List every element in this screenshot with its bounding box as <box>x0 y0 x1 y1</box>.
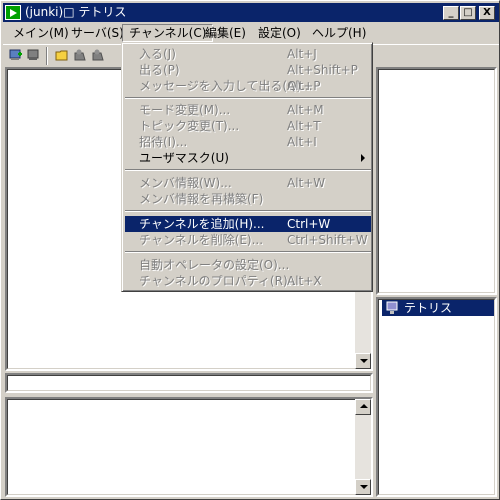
window-title: (junki)□ テトリス <box>25 5 127 19</box>
minimize-button[interactable]: _ <box>443 6 459 20</box>
menu-item-member-info[interactable]: メンバ情報(W)... Alt+W <box>125 175 371 191</box>
menu-item-auto-op-settings[interactable]: 自動オペレータの設定(O)... <box>125 257 371 273</box>
menu-item-user-mask[interactable]: ユーザマスク(U) <box>125 150 371 166</box>
menu-item-part-with-message[interactable]: メッセージを入力して出る(Q)... Alt+P <box>125 78 371 94</box>
scroll-down-button[interactable] <box>355 353 371 369</box>
menu-edit[interactable]: 編集(E) <box>199 24 252 42</box>
channel-part-icon[interactable] <box>91 48 105 62</box>
channel-list-item[interactable]: テトリス <box>382 300 494 316</box>
channel-dropdown-menu: 入る(J) Alt+J 出る(P) Alt+Shift+P メッセージを入力して出る… <box>121 42 373 292</box>
menu-item-delete-channel[interactable]: チャンネルを削除(E)... Ctrl+Shift+W <box>125 232 371 248</box>
channel-list-label: テトリス <box>404 301 453 315</box>
menu-item-topic-change[interactable]: トピック変更(T)... Alt+T <box>125 118 371 134</box>
menu-settings[interactable]: 設定(O) <box>252 24 307 42</box>
menu-separator <box>125 251 371 253</box>
menu-item-invite[interactable]: 招待(I)... Alt+I <box>125 134 371 150</box>
member-list-panel[interactable] <box>376 67 497 295</box>
system-log-panel[interactable] <box>5 397 373 497</box>
app-icon[interactable] <box>5 5 21 20</box>
menu-separator <box>125 97 371 99</box>
channel-icon <box>386 301 400 315</box>
system-log-scrollbar[interactable] <box>355 399 371 495</box>
main-window: (junki)□ テトリス _ □ X メイン(M) サーバ(S) チャンネル(… <box>0 0 500 500</box>
menu-item-add-channel[interactable]: チャンネルを追加(H)... Ctrl+W <box>125 216 371 232</box>
menu-item-rebuild-member-info[interactable]: メンバ情報を再構築(F) <box>125 191 371 207</box>
menu-item-channel-properties[interactable]: チャンネルのプロパティ(R)... Alt+X <box>125 273 371 289</box>
menu-item-mode-change[interactable]: モード変更(M)... Alt+M <box>125 102 371 118</box>
connect-icon[interactable] <box>9 48 23 62</box>
menu-separator <box>125 210 371 212</box>
disconnect-icon[interactable] <box>27 48 41 62</box>
menu-server[interactable]: サーバ(S) <box>65 24 130 42</box>
folder-icon[interactable] <box>55 48 69 62</box>
title-bar[interactable]: (junki)□ テトリス _ □ X <box>3 3 499 22</box>
channel-list-panel[interactable]: テトリス <box>376 297 497 497</box>
scroll-up-button[interactable] <box>355 399 371 415</box>
channel-join-icon[interactable] <box>73 48 87 62</box>
message-input[interactable] <box>5 373 373 393</box>
close-button[interactable]: X <box>479 6 495 20</box>
menu-separator <box>125 169 371 171</box>
maximize-button[interactable]: □ <box>460 6 476 20</box>
menu-item-part[interactable]: 出る(P) Alt+Shift+P <box>125 62 371 78</box>
scroll-down-button[interactable] <box>355 479 371 495</box>
toolbar-separator <box>46 47 48 65</box>
menu-bar: メイン(M) サーバ(S) チャンネル(C) 編集(E) 設定(O) ヘルプ(H… <box>3 23 499 43</box>
menu-help[interactable]: ヘルプ(H) <box>306 24 372 42</box>
menu-item-join[interactable]: 入る(J) Alt+J <box>125 46 371 62</box>
submenu-arrow-icon <box>361 154 365 162</box>
